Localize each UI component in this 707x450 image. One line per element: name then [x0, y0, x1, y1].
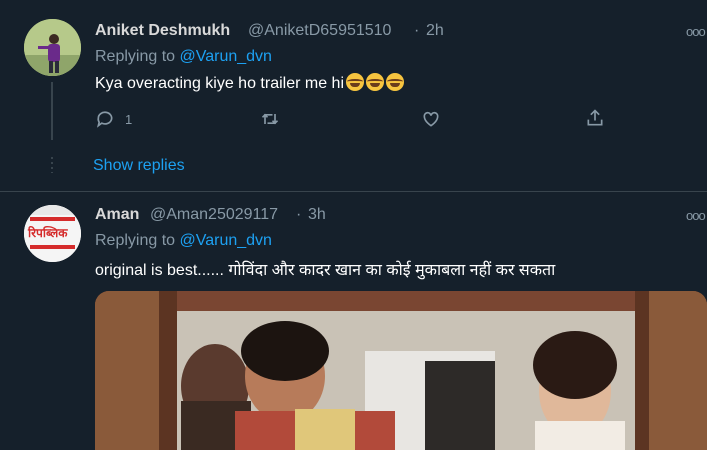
thread-dots [51, 157, 53, 173]
tweet-media-image[interactable] [95, 291, 707, 450]
tears-of-joy-emoji-icon [346, 73, 364, 91]
tweet-1[interactable]: Aniket Deshmukh @AniketD65951510 · 2h oo… [0, 0, 707, 192]
share-icon [587, 109, 603, 126]
tweet-text-body: Kya overacting kiye ho trailer me hi [95, 75, 344, 92]
more-options-icon[interactable]: ooo [686, 208, 706, 223]
retweet-button[interactable] [259, 109, 281, 129]
tears-of-joy-emoji-icon [366, 73, 384, 91]
thread-line [51, 82, 53, 140]
avatar[interactable]: रिपब्लिक [24, 205, 81, 262]
timestamp[interactable]: 2h [426, 22, 444, 40]
reply-icon [96, 111, 113, 128]
tears-of-joy-emoji-icon [386, 73, 404, 91]
replying-to: Replying to @Varun_dvn [95, 232, 272, 250]
retweet-icon [261, 113, 279, 125]
heart-icon [423, 111, 439, 127]
like-button[interactable] [421, 109, 441, 129]
replying-to-handle[interactable]: @Varun_dvn [180, 232, 272, 249]
reply-button[interactable]: 1 [95, 109, 132, 129]
more-options-icon[interactable]: ooo [686, 24, 706, 39]
user-handle[interactable]: @AniketD65951510 [248, 22, 391, 40]
display-name[interactable]: Aman [95, 206, 139, 224]
avatar[interactable] [24, 19, 81, 76]
separator-dot: · [296, 206, 302, 223]
avatar-text: रिपब्लिक [28, 226, 68, 240]
user-handle[interactable]: @Aman25029117 [150, 206, 278, 224]
replying-to-label: Replying to [95, 48, 176, 65]
share-button[interactable] [585, 108, 605, 128]
replying-to: Replying to @Varun_dvn [95, 48, 272, 66]
reply-count: 1 [125, 111, 133, 127]
separator-dot: · [414, 22, 420, 39]
replying-to-handle[interactable]: @Varun_dvn [180, 48, 272, 65]
display-name[interactable]: Aniket Deshmukh [95, 22, 230, 40]
media-photo [95, 291, 707, 450]
show-replies-link[interactable]: Show replies [93, 157, 185, 175]
tweet-text: original is best...... गोविंदा और कादर ख… [95, 262, 556, 279]
timestamp[interactable]: 3h [308, 206, 326, 224]
replying-to-label: Replying to [95, 232, 176, 249]
tweet-text: Kya overacting kiye ho trailer me hi [95, 73, 404, 93]
